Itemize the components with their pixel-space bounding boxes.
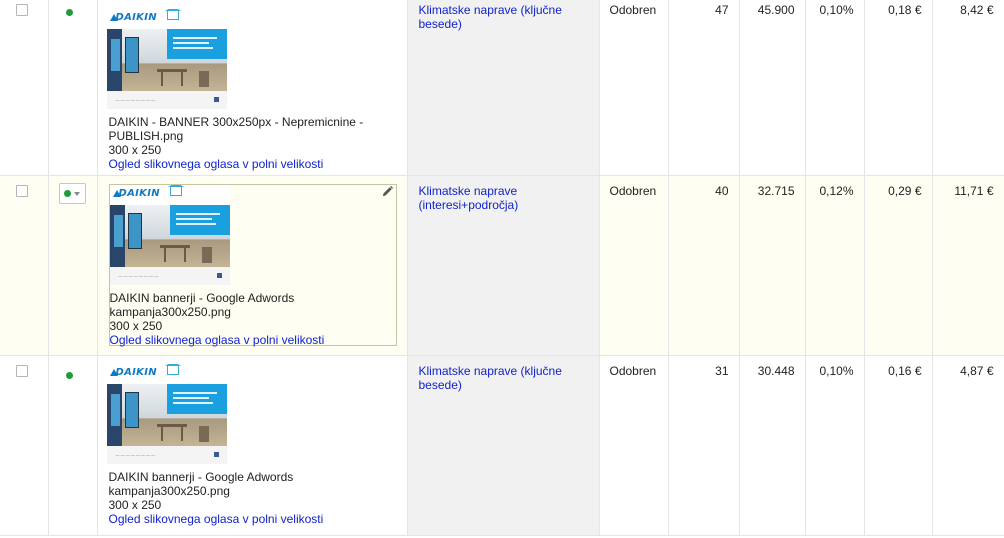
impressions-cell: 45.900 [739,0,806,176]
status-dot-cell [48,355,98,536]
banner-promo-box [166,29,227,59]
ctr-cell: 0,10% [805,0,865,176]
ad-group-cell: Klimatske naprave (interesi+področja) [407,175,600,356]
table-row[interactable]: DAIKIN — — — — — — — — DAIKIN bannerji -… [0,355,1004,536]
ad-banner-image[interactable]: DAIKIN — — — — — — — — [106,9,227,109]
banner-logo: DAIKIN [115,367,157,378]
ad-cell: DAIKIN — — — — — — — — DAIKIN bannerji -… [97,175,408,356]
avg-cpc-cell: 0,18 € [864,0,933,176]
banner-url-line: — — — — — — — — [115,97,156,102]
house-icon [164,364,181,375]
ad-cell: DAIKIN — — — — — — — — DAIKIN - BANNER 3… [97,0,408,176]
facebook-icon [213,97,219,102]
select-cell [0,355,49,536]
ad-group-link[interactable]: Klimatske naprave (ključne besede) [408,356,599,392]
cost-value: 8,42 € [960,3,994,17]
facebook-icon [213,452,219,457]
clicks-value: 47 [715,3,729,17]
impressions-value: 45.900 [757,3,795,17]
clicks-cell: 40 [668,175,740,356]
approval-status: Odobren [609,364,657,378]
cost-cell: 11,71 € [932,175,1004,356]
status-dropdown[interactable] [58,183,86,204]
impressions-cell: 32.715 [739,175,806,356]
impressions-cell: 30.448 [739,355,806,536]
row-checkbox[interactable] [16,4,28,16]
status-cell: Odobren [599,0,669,176]
approval-status: Odobren [609,184,657,198]
ads-table: DAIKIN — — — — — — — — DAIKIN - BANNER 3… [0,0,1004,536]
banner-url-line: — — — — — — — — [118,273,159,278]
ctr-value: 0,10% [819,3,854,17]
chevron-down-icon [74,191,80,196]
clicks-value: 31 [715,364,729,378]
cost-value: 4,87 € [960,364,994,378]
avg-cpc-value: 0,16 € [888,364,922,378]
status-dropdown-cell [48,175,98,356]
impressions-value: 30.448 [757,364,795,378]
ad-preview: DAIKIN — — — — — — — — DAIKIN bannerji -… [106,364,396,530]
cost-cell: 8,42 € [932,0,1004,176]
banner-logo: DAIKIN [118,188,160,199]
status-dot-icon [64,190,71,197]
ad-group-link[interactable]: Klimatske naprave (ključne besede) [408,0,599,31]
house-icon [164,9,181,20]
avg-cpc-value: 0,18 € [888,3,922,17]
clicks-cell: 31 [668,355,740,536]
ad-preview: DAIKIN — — — — — — — — DAIKIN bannerji -… [108,184,397,347]
banner-logo: DAIKIN [115,12,157,23]
view-full-size-link[interactable]: Ogled slikovnega oglasa v polni velikost… [109,157,396,171]
avg-cpc-cell: 0,16 € [864,355,933,536]
table-row[interactable]: DAIKIN — — — — — — — — DAIKIN bannerji -… [0,175,1004,356]
approval-status: Odobren [609,3,657,17]
ad-preview: DAIKIN — — — — — — — — DAIKIN - BANNER 3… [106,9,396,175]
ctr-value: 0,10% [819,364,854,378]
ad-group-cell: Klimatske naprave (ključne besede) [407,0,600,176]
select-cell [0,0,49,176]
clicks-cell: 47 [668,0,740,176]
table-row[interactable]: DAIKIN — — — — — — — — DAIKIN - BANNER 3… [0,0,1004,176]
select-cell [0,175,49,356]
ad-group-cell: Klimatske naprave (ključne besede) [407,355,600,536]
ctr-cell: 0,10% [805,355,865,536]
status-dot-cell [48,0,98,176]
ctr-value: 0,12% [819,184,854,198]
pencil-icon[interactable] [382,186,393,197]
ad-file-name: DAIKIN bannerji - Google Adwords kampanj… [108,470,294,498]
cost-value: 11,71 € [954,184,994,198]
ad-size: 300 x 250 [109,319,163,333]
ad-banner-image[interactable]: DAIKIN — — — — — — — — [109,185,230,285]
facebook-icon [216,273,222,278]
avg-cpc-cell: 0,29 € [864,175,933,356]
ad-cell: DAIKIN — — — — — — — — DAIKIN bannerji -… [97,355,408,536]
ad-file-name: DAIKIN bannerji - Google Adwords kampanj… [109,291,295,319]
clicks-value: 40 [715,184,729,198]
status-cell: Odobren [599,175,669,356]
view-full-size-link[interactable]: Ogled slikovnega oglasa v polni velikost… [110,333,396,347]
row-checkbox[interactable] [16,365,28,377]
banner-url-line: — — — — — — — — [115,452,156,457]
ctr-cell: 0,12% [805,175,865,356]
status-dot-icon [65,372,73,379]
ad-size: 300 x 250 [108,498,162,512]
impressions-value: 32.715 [757,184,795,198]
ad-banner-image[interactable]: DAIKIN — — — — — — — — [106,364,227,464]
status-dot-icon [65,9,73,16]
ad-size: 300 x 250 [108,143,162,157]
ad-group-link[interactable]: Klimatske naprave (interesi+področja) [408,176,599,212]
house-icon [167,185,184,196]
cost-cell: 4,87 € [932,355,1004,536]
banner-promo-box [166,384,227,414]
status-cell: Odobren [599,355,669,536]
banner-promo-box [169,205,230,235]
ad-file-name: DAIKIN - BANNER 300x250px - Nepremicnine… [108,115,364,143]
avg-cpc-value: 0,29 € [888,184,922,198]
view-full-size-link[interactable]: Ogled slikovnega oglasa v polni velikost… [109,512,396,526]
row-checkbox[interactable] [16,185,28,197]
